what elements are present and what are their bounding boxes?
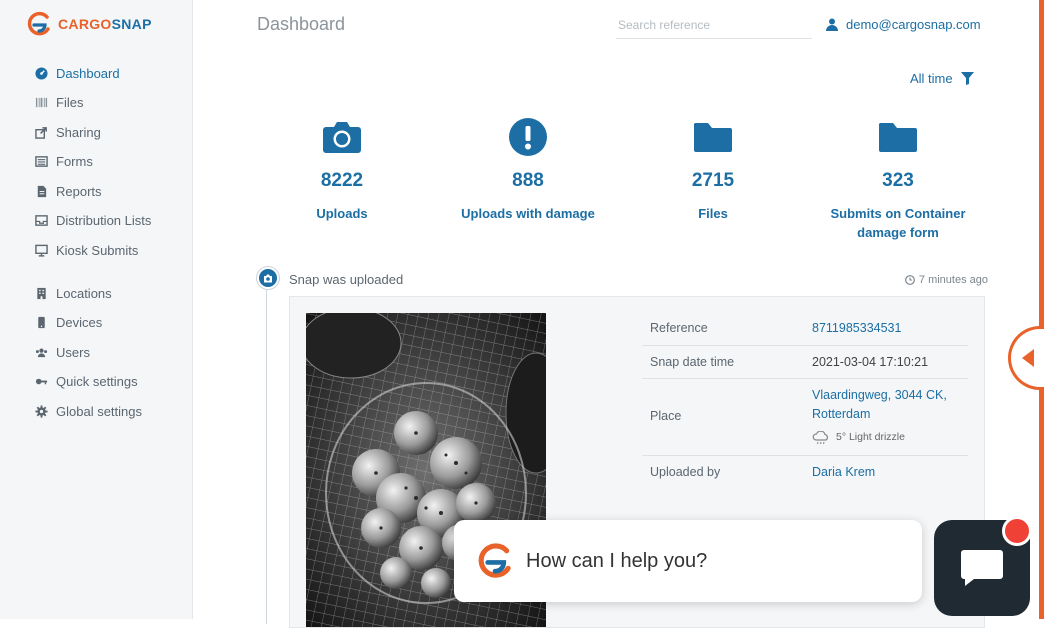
snap-details: Reference 8711985334531 Snap date time 2… bbox=[642, 313, 968, 490]
chat-icon bbox=[961, 550, 1003, 586]
time-filter[interactable]: All time bbox=[910, 71, 974, 86]
stat-uploads[interactable]: 8222 Uploads bbox=[252, 118, 432, 223]
stat-label: Submits on Container damage form bbox=[830, 206, 966, 240]
reference-link[interactable]: 8711985334531 bbox=[812, 319, 901, 338]
sidebar-item-label: Reports bbox=[56, 184, 102, 199]
stat-value: 2715 bbox=[691, 170, 735, 191]
detail-value: 2021-03-04 17:10:21 bbox=[812, 355, 929, 369]
folder-icon bbox=[808, 118, 988, 156]
detail-label: Place bbox=[650, 409, 682, 423]
sidebar-item-locations[interactable]: Locations bbox=[34, 286, 112, 301]
sidebar-item-kiosk-submits[interactable]: Kiosk Submits bbox=[34, 243, 138, 258]
timeline-line bbox=[266, 284, 267, 624]
detail-row-uploaded-by: Uploaded by Daria Krem bbox=[642, 456, 968, 490]
sidebar-item-label: Global settings bbox=[56, 404, 142, 419]
cloud-drizzle-icon bbox=[812, 430, 829, 444]
sidebar-item-distribution-lists[interactable]: Distribution Lists bbox=[34, 213, 151, 228]
chat-prompt-text: How can I help you? bbox=[526, 549, 708, 572]
place-link[interactable]: Vlaardingweg, 3044 CK, Rotterdam bbox=[812, 386, 962, 424]
sidebar: CARGOSNAP Dashboard Files Sharing Forms … bbox=[0, 0, 193, 619]
cargosnap-logo-icon bbox=[27, 11, 50, 36]
list-icon bbox=[34, 155, 48, 169]
user-icon bbox=[826, 18, 838, 31]
dashboard-icon bbox=[34, 67, 48, 81]
key-icon bbox=[34, 375, 48, 389]
right-edge-bar bbox=[1039, 0, 1044, 619]
stat-label: Uploads with damage bbox=[461, 206, 595, 221]
detail-label: Reference bbox=[650, 321, 708, 335]
sidebar-item-label: Sharing bbox=[56, 125, 101, 140]
timeline-camera-icon bbox=[257, 267, 279, 289]
monitor-icon bbox=[34, 244, 48, 258]
chat-prompt-bubble[interactable]: How can I help you? bbox=[454, 520, 922, 602]
detail-label: Snap date time bbox=[650, 355, 735, 369]
filter-icon bbox=[960, 72, 974, 85]
sidebar-item-devices[interactable]: Devices bbox=[34, 315, 102, 330]
stat-value: 8222 bbox=[320, 170, 364, 191]
search-input[interactable] bbox=[616, 12, 812, 39]
detail-label: Uploaded by bbox=[650, 465, 721, 479]
chat-notification-badge bbox=[1002, 516, 1032, 546]
sidebar-item-label: Users bbox=[56, 345, 90, 360]
exclamation-icon bbox=[438, 118, 618, 156]
event-time-text: 7 minutes ago bbox=[918, 274, 988, 286]
weather-text: 5° Light drizzle bbox=[836, 431, 905, 443]
sidebar-item-label: Kiosk Submits bbox=[56, 243, 139, 258]
place-block: Vlaardingweg, 3044 CK, Rotterdam 5° Ligh… bbox=[812, 386, 962, 447]
stat-uploads-with-damage[interactable]: 888 Uploads with damage bbox=[438, 118, 618, 223]
clock-icon bbox=[904, 275, 915, 285]
sidebar-item-global-settings[interactable]: Global settings bbox=[34, 404, 142, 419]
user-email: demo@cargosnap.com bbox=[846, 17, 981, 32]
cargosnap-chat-logo-icon bbox=[478, 543, 511, 578]
sidebar-item-forms[interactable]: Forms bbox=[34, 154, 93, 169]
share-icon bbox=[34, 126, 48, 140]
cargosnap-logo[interactable]: CARGOSNAP bbox=[26, 11, 152, 37]
inbox-icon bbox=[34, 214, 48, 228]
detail-row-datetime: Snap date time 2021-03-04 17:10:21 bbox=[642, 346, 968, 379]
caret-left-icon bbox=[1022, 349, 1034, 367]
detail-row-reference: Reference 8711985334531 bbox=[642, 313, 968, 346]
weather-info: 5° Light drizzle bbox=[812, 428, 962, 447]
sidebar-item-label: Distribution Lists bbox=[56, 213, 152, 228]
camera-icon bbox=[252, 118, 432, 156]
file-icon bbox=[34, 185, 48, 199]
sidebar-item-reports[interactable]: Reports bbox=[34, 184, 102, 199]
stat-value: 888 bbox=[512, 170, 544, 191]
stat-label: Files bbox=[698, 206, 728, 221]
sidebar-item-files[interactable]: Files bbox=[34, 95, 83, 110]
gear-icon bbox=[34, 405, 48, 419]
brand-part2: SNAP bbox=[111, 16, 152, 32]
event-title: Snap was uploaded bbox=[289, 272, 404, 287]
sidebar-item-sharing[interactable]: Sharing bbox=[34, 125, 101, 140]
user-menu[interactable]: demo@cargosnap.com bbox=[826, 17, 981, 32]
sidebar-item-label: Quick settings bbox=[56, 374, 138, 389]
event-time: 7 minutes ago bbox=[904, 274, 988, 286]
stat-value: 323 bbox=[882, 170, 914, 191]
sidebar-item-users[interactable]: Users bbox=[34, 345, 90, 360]
barcode-icon bbox=[34, 96, 48, 110]
sidebar-item-dashboard[interactable]: Dashboard bbox=[34, 66, 120, 81]
detail-row-place: Place Vlaardingweg, 3044 CK, Rotterdam 5… bbox=[642, 379, 968, 456]
sidebar-item-label: Dashboard bbox=[56, 66, 120, 81]
users-icon bbox=[34, 346, 48, 360]
sidebar-item-label: Devices bbox=[56, 315, 103, 330]
uploader-link[interactable]: Daria Krem bbox=[812, 463, 875, 482]
stat-files[interactable]: 2715 Files bbox=[623, 118, 803, 223]
brand-part1: CARGO bbox=[58, 16, 112, 32]
page-title: Dashboard bbox=[257, 14, 346, 34]
time-filter-label: All time bbox=[910, 71, 953, 86]
folder-icon bbox=[623, 118, 803, 156]
sidebar-item-label: Forms bbox=[56, 154, 93, 169]
stat-container-damage-submits[interactable]: 323 Submits on Container damage form bbox=[808, 118, 988, 242]
building-icon bbox=[34, 287, 48, 301]
stat-label: Uploads bbox=[316, 206, 368, 221]
sidebar-item-quick-settings[interactable]: Quick settings bbox=[34, 374, 138, 389]
mobile-icon bbox=[34, 316, 48, 330]
sidebar-item-label: Locations bbox=[56, 286, 112, 301]
sidebar-item-label: Files bbox=[56, 95, 84, 110]
